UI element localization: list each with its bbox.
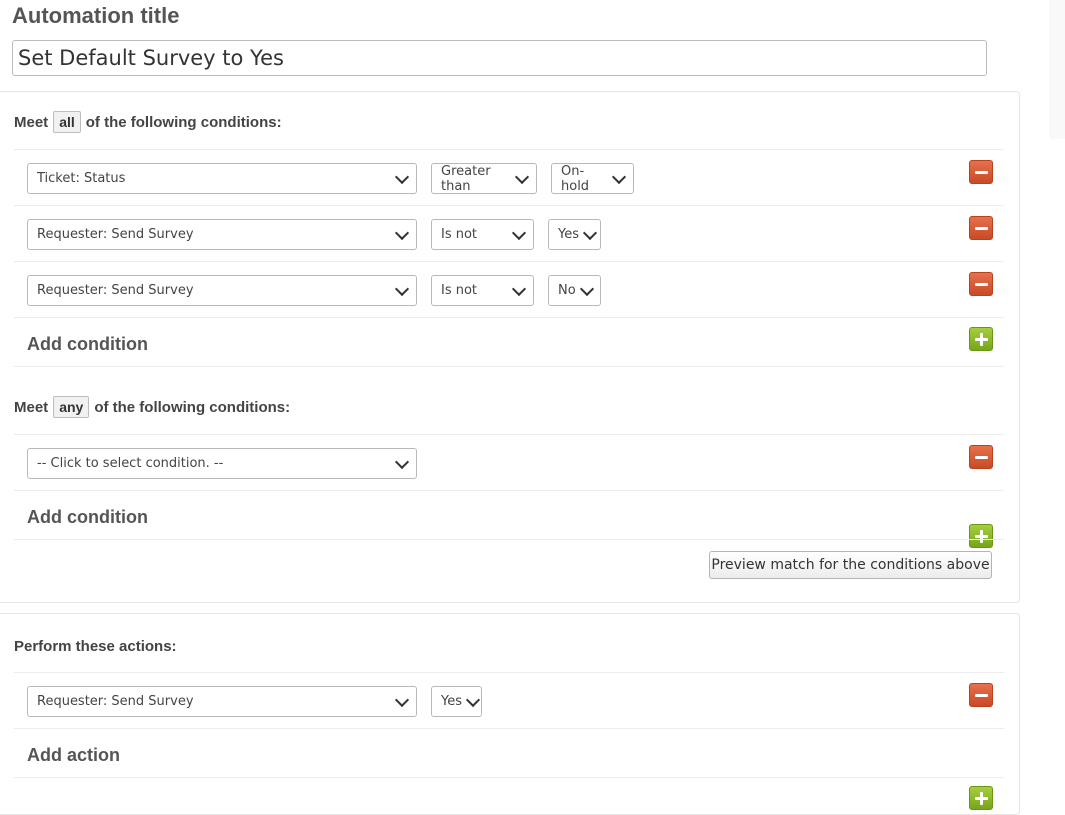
condition-field-select[interactable]: Requester: Send Survey [27,219,417,250]
chevron-down-icon [465,692,481,707]
add-action-button[interactable] [969,786,993,810]
divider [14,261,1004,262]
add-condition-label[interactable]: Add condition [27,334,148,355]
chevron-down-icon [511,225,527,240]
condition-operator-select[interactable]: Greater than [431,163,537,194]
condition-field-select[interactable]: -- Click to select condition. -- [27,448,417,479]
remove-condition-button[interactable] [969,216,993,240]
automation-title-input[interactable]: Set Default Survey to Yes [12,40,987,76]
condition-field-select[interactable]: Requester: Send Survey [27,275,417,306]
automation-title-label: Automation title [12,3,180,28]
divider [14,490,1004,491]
meet-suffix: of the following conditions: [85,113,282,131]
actions-heading: Perform these actions: [14,638,177,655]
divider [14,728,1004,729]
plus-icon-vertical [979,332,983,346]
preview-match-button[interactable]: Preview match for the conditions above [709,551,992,579]
remove-action-button[interactable] [969,683,993,707]
divider [14,149,1004,150]
minus-icon [974,282,988,286]
minus-icon [974,455,988,459]
add-condition-button[interactable] [969,524,993,548]
select-value: On-hold [561,163,590,194]
action-field-select[interactable]: Requester: Send Survey [27,686,417,717]
chevron-down-icon [394,225,410,240]
select-value: -- Click to select condition. -- [37,456,224,471]
divider [14,539,1004,540]
divider [14,366,1004,367]
add-condition-label[interactable]: Add condition [27,507,148,528]
divider [14,672,1004,673]
select-value: No [558,283,576,298]
select-value: Requester: Send Survey [37,283,194,298]
condition-value-select[interactable]: No [548,275,601,306]
select-value: Yes [558,227,579,242]
meet-prefix: Meet [14,113,49,131]
match-mode-all[interactable]: all [53,111,81,133]
divider [14,205,1004,206]
remove-condition-button[interactable] [969,272,993,296]
add-condition-button[interactable] [969,327,993,351]
minus-icon [974,170,988,174]
condition-value-select[interactable]: On-hold [551,163,634,194]
chevron-down-icon [394,169,410,184]
select-value: Yes [441,694,462,709]
chevron-down-icon [582,225,598,240]
condition-value-select[interactable]: Yes [548,219,601,250]
action-value-select[interactable]: Yes [431,686,482,717]
chevron-down-icon [511,281,527,296]
chevron-down-icon [611,169,627,184]
condition-operator-select[interactable]: Is not [431,219,534,250]
remove-condition-button[interactable] [969,160,993,184]
divider [14,434,1004,435]
chevron-down-icon [394,281,410,296]
minus-icon [974,226,988,230]
chevron-down-icon [514,169,530,184]
plus-icon-vertical [979,529,983,543]
divider [14,777,1004,778]
condition-operator-select[interactable]: Is not [431,275,534,306]
minus-icon [974,693,988,697]
select-value: Requester: Send Survey [37,694,194,709]
match-mode-any[interactable]: any [53,396,90,418]
divider [14,317,1004,318]
chevron-down-icon [579,281,594,296]
meet-all-header: Meet all of the following conditions: [14,111,282,133]
select-value: Greater than [441,163,491,194]
chevron-down-icon [394,454,410,469]
condition-field-select[interactable]: Ticket: Status [27,163,417,194]
meet-suffix: of the following conditions: [94,398,291,416]
select-value: Is not [441,227,478,242]
chevron-down-icon [394,692,410,707]
meet-prefix: Meet [14,398,49,416]
select-value: Ticket: Status [37,171,126,186]
side-panel-edge [1049,0,1065,139]
meet-any-header: Meet any of the following conditions: [14,396,290,418]
add-action-label[interactable]: Add action [27,745,120,766]
select-value: Requester: Send Survey [37,227,194,242]
remove-condition-button[interactable] [969,445,993,469]
plus-icon-vertical [979,791,983,805]
select-value: Is not [441,283,478,298]
